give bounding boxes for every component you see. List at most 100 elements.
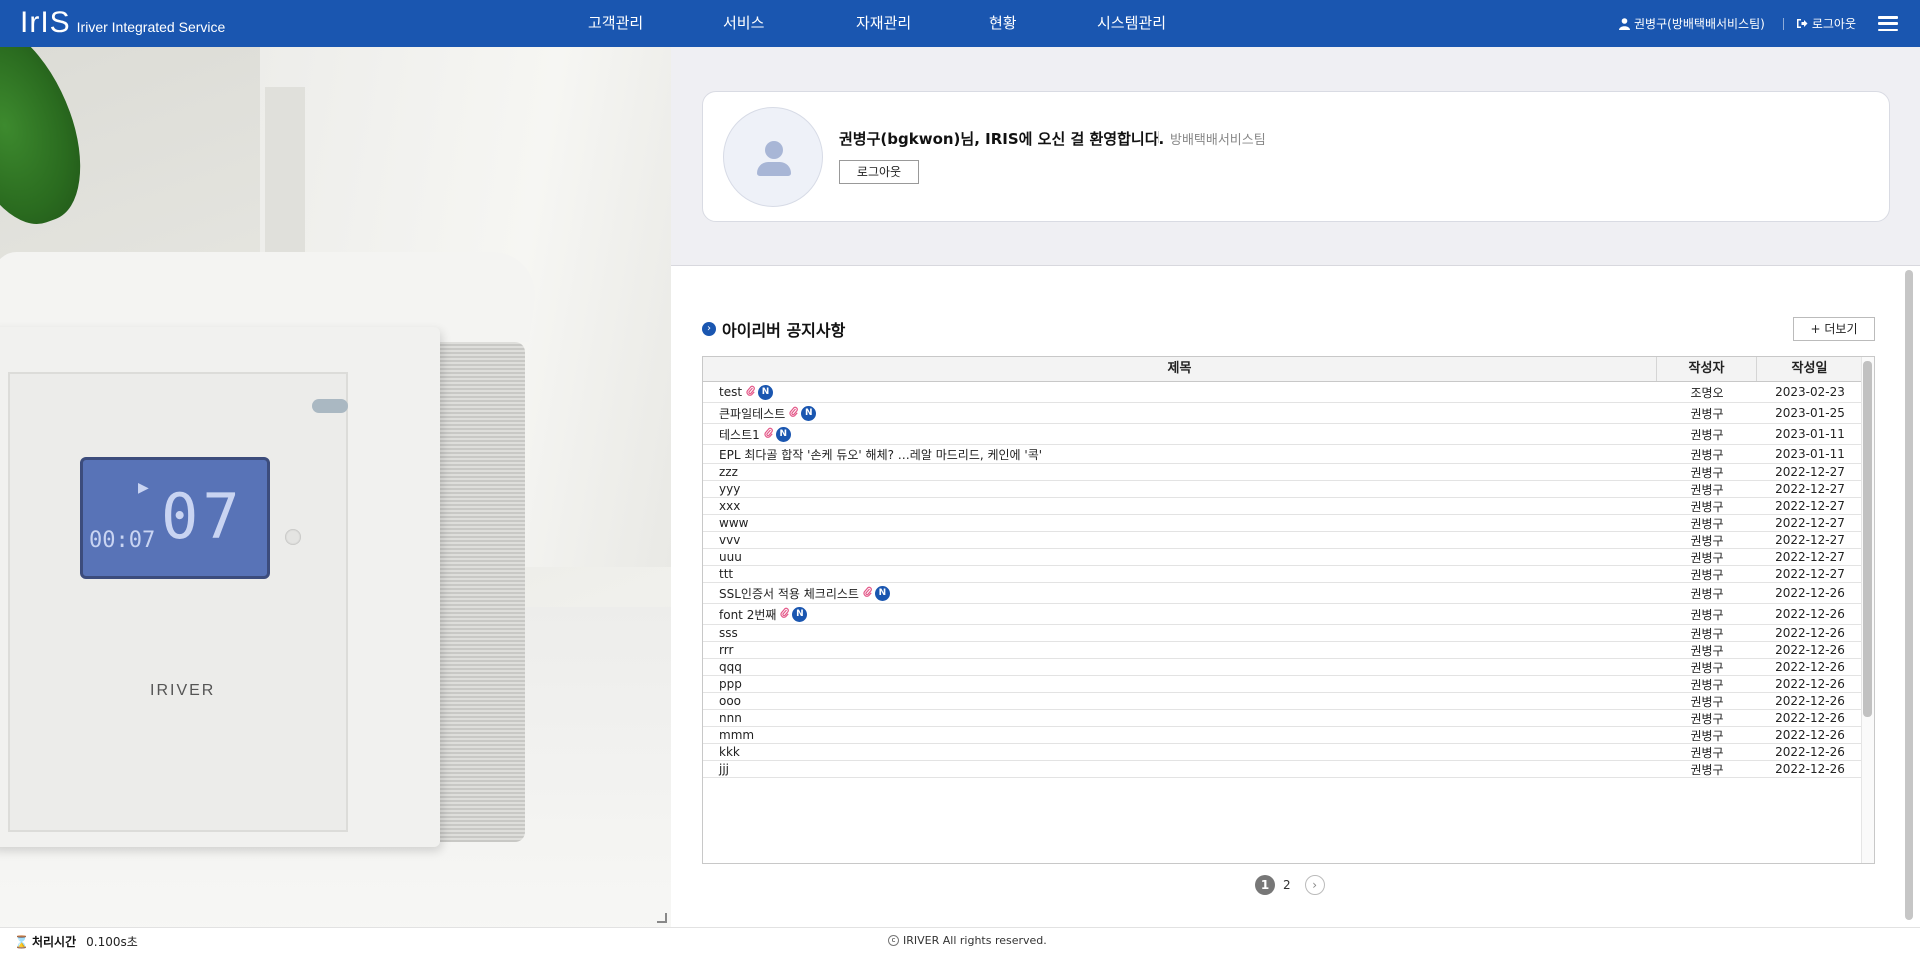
notice-title-cell[interactable]: mmm — [703, 728, 1657, 742]
notice-title-text[interactable]: qqq — [719, 660, 742, 674]
header-logout-link[interactable]: 로그아웃 — [1796, 15, 1856, 32]
table-row[interactable]: qqq 권병구 2022-12-26 — [703, 659, 1863, 676]
notice-title-cell[interactable]: qqq — [703, 660, 1657, 674]
table-row[interactable]: SSL인증서 적용 체크리스트 N 권병구 2022-12-26 — [703, 583, 1863, 604]
table-row[interactable]: vvv 권병구 2022-12-27 — [703, 532, 1863, 549]
nav-materials[interactable]: 자재관리 — [848, 0, 981, 47]
notice-title-text[interactable]: vvv — [719, 533, 740, 547]
notice-title-cell[interactable]: www — [703, 516, 1657, 530]
notice-title-text[interactable]: ppp — [719, 677, 742, 691]
author-cell: 권병구 — [1690, 643, 1724, 658]
page-scrollbar[interactable] — [1905, 270, 1913, 920]
notice-title-text[interactable]: nnn — [719, 711, 742, 725]
table-row[interactable]: uuu 권병구 2022-12-27 — [703, 549, 1863, 566]
notice-title-text[interactable]: SSL인증서 적용 체크리스트 — [719, 585, 859, 602]
resize-grip-icon[interactable] — [657, 913, 667, 923]
column-date[interactable]: 작성일 — [1757, 357, 1863, 381]
table-row[interactable]: zzz 권병구 2022-12-27 — [703, 464, 1863, 481]
hamburger-menu-icon[interactable] — [1878, 16, 1898, 31]
table-row[interactable]: 큰파일테스트 N 권병구 2023-01-25 — [703, 403, 1863, 424]
nav-customer-management[interactable]: 고객관리 — [580, 0, 715, 47]
table-row[interactable]: ppp 권병구 2022-12-26 — [703, 676, 1863, 693]
notice-title-text[interactable]: yyy — [719, 482, 740, 496]
notice-title-cell[interactable]: xxx — [703, 499, 1657, 513]
notice-title-text[interactable]: ooo — [719, 694, 741, 708]
notice-title-cell[interactable]: uuu — [703, 550, 1657, 564]
notice-title-text[interactable]: test — [719, 385, 742, 399]
table-scrollbar[interactable] — [1863, 361, 1872, 717]
notice-title-text[interactable]: uuu — [719, 550, 742, 564]
notice-title-cell[interactable]: yyy — [703, 482, 1657, 496]
table-row[interactable]: rrr 권병구 2022-12-26 — [703, 642, 1863, 659]
more-button[interactable]: + 더보기 — [1793, 317, 1875, 341]
notice-title-text[interactable]: ttt — [719, 567, 733, 581]
table-row[interactable]: test N 조명오 2023-02-23 — [703, 382, 1863, 403]
column-author[interactable]: 작성자 — [1657, 357, 1757, 381]
page-current[interactable]: 1 — [1255, 875, 1275, 895]
table-row[interactable]: ooo 권병구 2022-12-26 — [703, 693, 1863, 710]
table-row[interactable]: yyy 권병구 2022-12-27 — [703, 481, 1863, 498]
notice-title-cell[interactable]: kkk — [703, 745, 1657, 759]
table-row[interactable]: nnn 권병구 2022-12-26 — [703, 710, 1863, 727]
table-row[interactable]: www 권병구 2022-12-27 — [703, 515, 1863, 532]
table-row[interactable]: EPL 최다골 합작 '손케 듀오' 해체? …레알 마드리드, 케인에 '콕'… — [703, 445, 1863, 464]
notice-title-cell[interactable]: jjj — [703, 762, 1657, 776]
notice-title-text[interactable]: sss — [719, 626, 738, 640]
date-cell: 2022-12-26 — [1775, 762, 1845, 776]
notice-title-text[interactable]: 큰파일테스트 — [719, 405, 785, 422]
author-cell: 권병구 — [1690, 447, 1724, 462]
notice-title-text[interactable]: mmm — [719, 728, 754, 742]
table-row[interactable]: font 2번째 N 권병구 2022-12-26 — [703, 604, 1863, 625]
chevron-right-icon[interactable]: › — [1304, 875, 1325, 895]
notice-title-cell[interactable]: 큰파일테스트 N — [703, 405, 1657, 422]
notice-title-cell[interactable]: nnn — [703, 711, 1657, 725]
notice-title-text[interactable]: EPL 최다골 합작 '손케 듀오' 해체? …레알 마드리드, 케인에 '콕' — [719, 446, 1042, 463]
notice-title-text[interactable]: xxx — [719, 499, 740, 513]
table-row[interactable]: sss 권병구 2022-12-26 — [703, 625, 1863, 642]
notice-title-text[interactable]: 테스트1 — [719, 426, 760, 443]
notice-title-cell[interactable]: EPL 최다골 합작 '손케 듀오' 해체? …레알 마드리드, 케인에 '콕' — [703, 446, 1657, 463]
date-cell: 2023-01-25 — [1775, 406, 1845, 420]
notice-title-cell[interactable]: vvv — [703, 533, 1657, 547]
date-cell: 2022-12-26 — [1775, 643, 1845, 657]
notice-title-cell[interactable]: rrr — [703, 643, 1657, 657]
column-title[interactable]: 제목 — [703, 357, 1657, 381]
table-row[interactable]: ttt 권병구 2022-12-27 — [703, 566, 1863, 583]
notice-title-text[interactable]: www — [719, 516, 748, 530]
notice-title-cell[interactable]: font 2번째 N — [703, 606, 1657, 623]
table-row[interactable]: 테스트1 N 권병구 2023-01-11 — [703, 424, 1863, 445]
brand-logo[interactable]: IrIS — [20, 8, 71, 38]
notice-title-cell[interactable]: ppp — [703, 677, 1657, 691]
notice-title-text[interactable]: rrr — [719, 643, 733, 657]
date-cell: 2023-02-23 — [1775, 385, 1845, 399]
date-cell: 2023-01-11 — [1775, 447, 1845, 461]
notice-title-cell[interactable]: ttt — [703, 567, 1657, 581]
notice-title-cell[interactable]: SSL인증서 적용 체크리스트 N — [703, 585, 1657, 602]
device-brand-text: IRIVER — [150, 682, 216, 699]
notice-title-cell[interactable]: sss — [703, 626, 1657, 640]
notice-title-text[interactable]: zzz — [719, 465, 738, 479]
page-link[interactable]: 2 — [1283, 878, 1291, 892]
table-row[interactable]: mmm 권병구 2022-12-26 — [703, 727, 1863, 744]
user-info[interactable]: 권병구(방배택배서비스팀) — [1619, 15, 1765, 32]
notice-title-cell[interactable]: 테스트1 N — [703, 426, 1657, 443]
notice-title-text[interactable]: kkk — [719, 745, 740, 759]
copyright: c IRIVER All rights reserved. — [888, 934, 1047, 947]
author-cell: 권병구 — [1690, 626, 1724, 641]
notice-title-cell[interactable]: ooo — [703, 694, 1657, 708]
notice-title-text[interactable]: jjj — [719, 762, 729, 776]
table-scrollbar-track[interactable] — [1861, 357, 1874, 863]
table-row[interactable]: kkk 권병구 2022-12-26 — [703, 744, 1863, 761]
brand[interactable]: IrIS Iriver Integrated Service — [20, 8, 225, 38]
copyright-icon: c — [888, 935, 899, 946]
table-row[interactable]: xxx 권병구 2022-12-27 — [703, 498, 1863, 515]
notice-title-cell[interactable]: zzz — [703, 465, 1657, 479]
nav-service[interactable]: 서비스 — [715, 0, 848, 47]
author-cell: 권병구 — [1690, 660, 1724, 675]
notice-title-text[interactable]: font 2번째 — [719, 606, 776, 623]
logout-button[interactable]: 로그아웃 — [839, 160, 919, 184]
notice-title-cell[interactable]: test N — [703, 384, 1657, 400]
table-row[interactable]: jjj 권병구 2022-12-26 — [703, 761, 1863, 778]
nav-system-management[interactable]: 시스템관리 — [1089, 0, 1229, 47]
nav-status[interactable]: 현황 — [981, 0, 1089, 47]
